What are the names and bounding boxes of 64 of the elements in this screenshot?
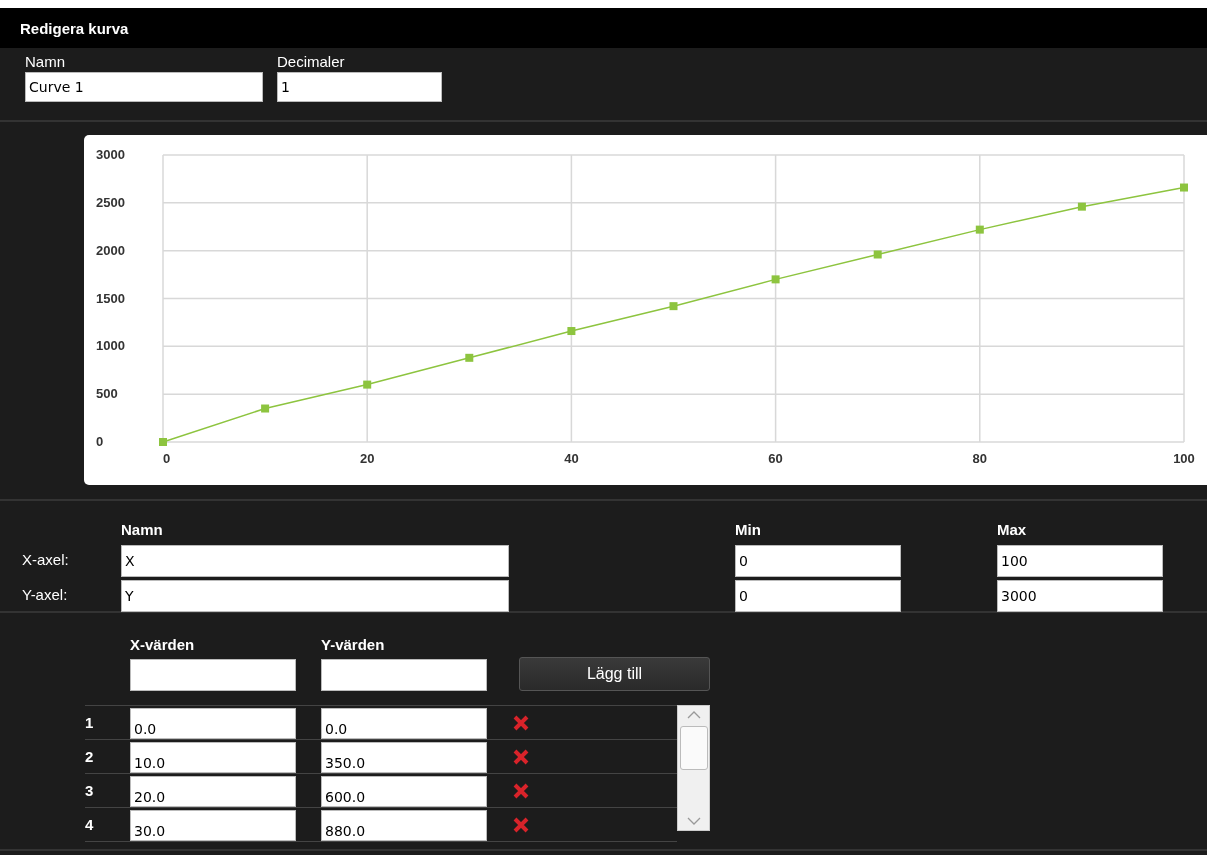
name-field[interactable]: Curve 1 [25, 72, 263, 102]
row-number: 3 [85, 782, 95, 799]
x-tick-label: 60 [768, 451, 783, 466]
y-tick-label: 3000 [96, 147, 125, 162]
delete-icon[interactable] [513, 748, 529, 765]
axis-label: Y-axel: [22, 586, 69, 603]
x-tick-label: 40 [564, 451, 579, 466]
scroll-down-icon[interactable] [685, 816, 702, 826]
axis-name-field[interactable]: Y [121, 580, 509, 612]
column-header: Min [735, 521, 762, 540]
x-tick-label: 100 [1173, 451, 1195, 466]
decimals-field[interactable]: 1 [277, 72, 442, 102]
row-number: 1 [85, 714, 95, 731]
column-header: Namn [121, 521, 164, 540]
y-tick-label: 1000 [96, 338, 125, 354]
y-value-field[interactable]: 0.0 [321, 708, 487, 739]
axis-max-field[interactable]: 3000 [997, 580, 1163, 612]
delete-icon[interactable] [513, 782, 529, 799]
column-header: Max [997, 521, 1028, 540]
axis-min-field[interactable]: 0 [735, 580, 901, 612]
x-value-field[interactable]: 10.0 [130, 742, 296, 773]
y-value-field[interactable]: 600.0 [321, 776, 487, 807]
y-tick-label: 2500 [96, 194, 125, 210]
data-point[interactable] [465, 353, 474, 362]
y-value-field[interactable]: 880.0 [321, 810, 487, 841]
axis-name-field[interactable]: X [121, 545, 509, 577]
data-point[interactable] [567, 327, 576, 336]
x-value-field[interactable] [130, 659, 296, 691]
scroll-up-icon[interactable] [685, 710, 702, 720]
scrollbar[interactable] [677, 705, 710, 831]
axis-max-field[interactable]: 100 [997, 545, 1163, 577]
y-value-field[interactable] [321, 659, 487, 691]
x-tick-label: 20 [359, 451, 375, 466]
row-number: 2 [85, 748, 95, 765]
data-point[interactable] [669, 302, 678, 311]
column-header: Y-värden [321, 636, 386, 655]
data-point[interactable] [1077, 202, 1086, 211]
x-value-field[interactable]: 30.0 [130, 810, 296, 841]
data-point[interactable] [771, 275, 780, 284]
data-point[interactable] [873, 250, 882, 259]
column-header: X-värden [130, 636, 196, 655]
data-point[interactable] [1180, 183, 1188, 192]
data-point[interactable] [261, 404, 270, 413]
y-tick-label: 0 [96, 434, 104, 449]
x-tick-label: 0 [163, 451, 171, 466]
x-value-field[interactable]: 0.0 [130, 708, 296, 739]
row-number: 4 [85, 816, 95, 833]
add-button[interactable]: Lägg till [519, 657, 710, 691]
field-label: Namn [25, 53, 66, 70]
axis-label: X-axel: [22, 551, 70, 568]
delete-icon[interactable] [513, 714, 529, 731]
axis-min-field[interactable]: 0 [735, 545, 901, 577]
data-point[interactable] [975, 225, 984, 234]
field-label: Decimaler [277, 53, 346, 70]
delete-icon[interactable] [513, 816, 529, 833]
x-value-field[interactable]: 20.0 [130, 776, 296, 807]
data-point[interactable] [159, 438, 167, 446]
y-value-field[interactable]: 350.0 [321, 742, 487, 773]
y-tick-label: 1500 [96, 290, 125, 306]
data-point[interactable] [363, 380, 372, 389]
window-title: Redigera kurva [20, 19, 129, 37]
y-tick-label: 500 [96, 386, 118, 402]
x-tick-label: 80 [972, 451, 988, 466]
y-tick-label: 2000 [96, 242, 125, 258]
